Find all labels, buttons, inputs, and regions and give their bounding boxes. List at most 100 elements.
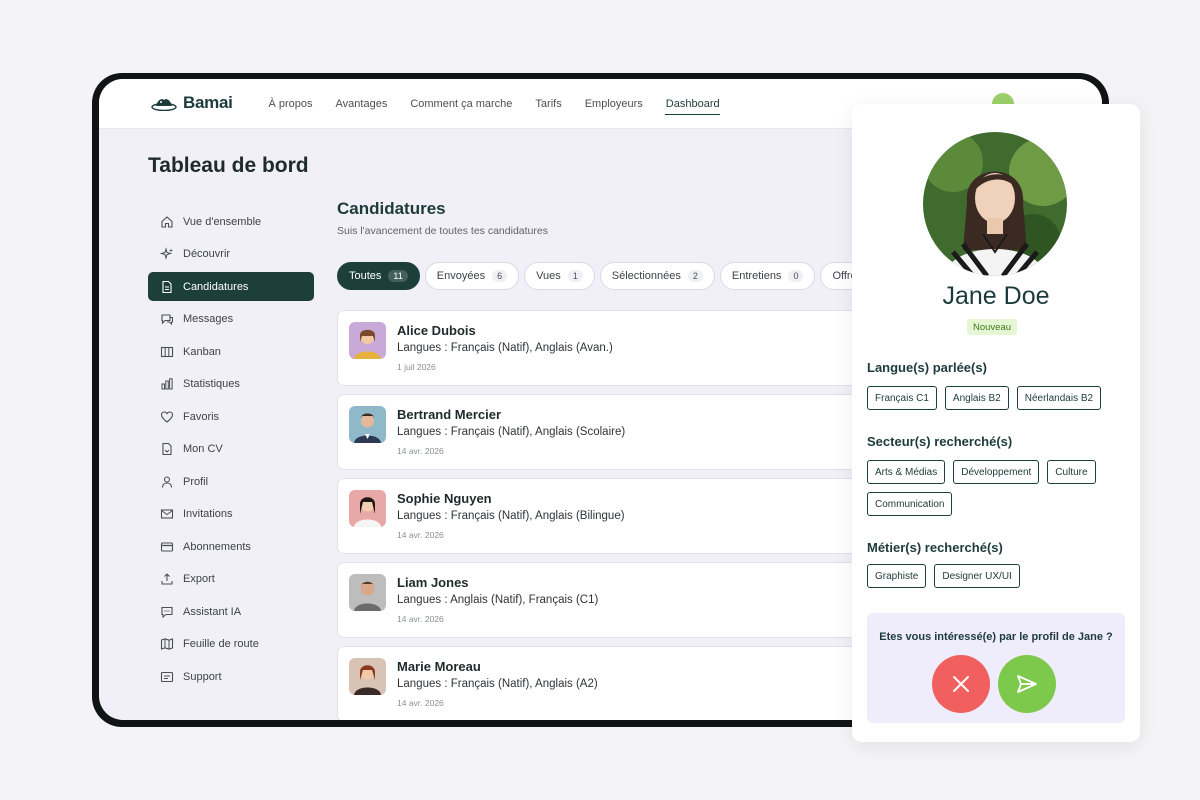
sidebar-item-label: Candidatures: [183, 280, 249, 293]
tab-count: 6: [492, 270, 508, 282]
tab-count: 2: [687, 270, 703, 282]
avatar: [349, 322, 386, 359]
candidate-date: 14 avr. 2026: [397, 698, 444, 708]
tab-envoyees[interactable]: Envoyées 6: [424, 262, 520, 290]
language-chip: Français C1: [867, 386, 937, 410]
home-icon: [160, 215, 174, 229]
language-chip: Néerlandais B2: [1016, 386, 1102, 410]
sidebar-item-kanban[interactable]: Kanban: [148, 337, 314, 366]
candidate-name: Bertrand Mercier: [397, 407, 502, 422]
candidate-date: 14 avr. 2026: [397, 446, 444, 456]
candidate-date: 14 avr. 2026: [397, 614, 444, 624]
sidebar-item-decouvrir[interactable]: Découvrir: [148, 240, 314, 269]
job-chip: Designer UX/UI: [934, 564, 1020, 588]
sidebar-item-vue-ensemble[interactable]: Vue d'ensemble: [148, 207, 314, 236]
heart-icon: [160, 410, 174, 424]
sector-chip: Arts & Médias: [867, 460, 946, 484]
sidebar-item-abonnements[interactable]: Abonnements: [148, 532, 314, 561]
tab-vues[interactable]: Vues 1: [524, 262, 595, 290]
nav-dashboard[interactable]: Dashboard: [654, 79, 731, 129]
map-icon: [160, 637, 174, 651]
sidebar-item-profil[interactable]: Profil: [148, 467, 314, 496]
main-nav: À propos Avantages Comment ça marche Tar…: [257, 79, 731, 129]
candidate-date: 14 avr. 2026: [397, 530, 444, 540]
tab-label: Sélectionnées: [611, 270, 681, 282]
sidebar-item-candidatures[interactable]: Candidatures: [148, 272, 314, 301]
reject-button[interactable]: [932, 655, 990, 713]
sidebar-item-feuille-de-route[interactable]: Feuille de route: [148, 630, 314, 659]
sidebar-item-label: Statistiques: [183, 378, 240, 390]
candidate-languages: Langues : Anglais (Natif), Français (C1): [397, 594, 599, 606]
sectors-title: Secteur(s) recherché(s): [867, 434, 1013, 449]
avatar: [349, 658, 386, 695]
sector-chip: Culture: [1047, 460, 1096, 484]
sidebar-item-support[interactable]: Support: [148, 662, 314, 691]
card-icon: [160, 540, 174, 554]
close-icon: [953, 676, 969, 692]
sidebar-item-label: Invitations: [183, 508, 233, 520]
sidebar-item-export[interactable]: Export: [148, 565, 314, 594]
language-chip: Anglais B2: [944, 386, 1009, 410]
candidate-card[interactable]: Sophie Nguyen Langues : Français (Natif)…: [337, 478, 897, 554]
send-icon: [1017, 675, 1037, 693]
sidebar-item-statistiques[interactable]: Statistiques: [148, 370, 314, 399]
candidate-card[interactable]: Alice Dubois Langues : Français (Natif),…: [337, 310, 897, 386]
languages-title: Langue(s) parlée(s): [867, 360, 987, 375]
candidate-card[interactable]: Bertrand Mercier Langues : Français (Nat…: [337, 394, 897, 470]
candidate-languages: Langues : Français (Natif), Anglais (A2): [397, 678, 598, 690]
support-icon: [160, 670, 174, 684]
sidebar-item-assistant-ia[interactable]: Assistant IA: [148, 597, 314, 626]
sidebar-item-label: Export: [183, 573, 215, 585]
tab-count: 1: [567, 270, 583, 282]
sector-chip: Communication: [867, 492, 953, 516]
sidebar-item-label: Feuille de route: [183, 638, 259, 650]
profile-name: Jane Doe: [942, 282, 1050, 310]
sidebar-item-label: Support: [183, 670, 222, 683]
tab-count: 0: [788, 270, 804, 282]
bar-chart-icon: [160, 377, 174, 391]
avatar: [349, 574, 386, 611]
profile-photo: [923, 132, 1067, 276]
candidate-card[interactable]: Liam Jones Langues : Anglais (Natif), Fr…: [337, 562, 897, 638]
candidate-card[interactable]: Marie Moreau Langues : Français (Natif),…: [337, 646, 897, 720]
interest-question: Etes vous intéressé(e) par le profil de …: [879, 631, 1113, 643]
columns-icon: [160, 345, 174, 359]
nav-a-propos[interactable]: À propos: [257, 79, 324, 129]
sidebar-item-label: Vue d'ensemble: [183, 215, 262, 228]
nav-tarifs[interactable]: Tarifs: [524, 79, 573, 129]
sidebar-item-label: Kanban: [183, 345, 221, 358]
sidebar: Vue d'ensemble Découvrir Candidatures Me…: [148, 207, 314, 695]
sidebar-item-label: Messages: [183, 313, 234, 325]
sidebar-item-label: Favoris: [183, 410, 220, 423]
avatar: [349, 406, 386, 443]
sidebar-item-invitations[interactable]: Invitations: [148, 500, 314, 529]
sidebar-item-label: Profil: [183, 475, 209, 488]
logo[interactable]: Bamai: [151, 93, 233, 113]
sidebar-item-mon-cv[interactable]: Mon CV: [148, 435, 314, 464]
candidate-name: Alice Dubois: [397, 323, 476, 338]
candidate-name: Sophie Nguyen: [397, 491, 492, 506]
nav-comment-ca-marche[interactable]: Comment ça marche: [399, 79, 524, 129]
languages-chips: Français C1 Anglais B2 Néerlandais B2: [867, 386, 1129, 410]
sidebar-item-favoris[interactable]: Favoris: [148, 402, 314, 431]
candidate-name: Marie Moreau: [397, 659, 481, 674]
avatar: [349, 490, 386, 527]
tab-toutes[interactable]: Toutes 11: [337, 262, 420, 290]
tab-selectionnees[interactable]: Sélectionnées 2: [599, 262, 715, 290]
status-badge: Nouveau: [967, 319, 1018, 335]
tab-label: Toutes: [349, 270, 382, 282]
candidate-date: 1 juil 2026: [397, 362, 436, 372]
jobs-chips: Graphiste Designer UX/UI: [867, 564, 1129, 588]
tab-entretiens[interactable]: Entretiens 0: [719, 262, 816, 290]
tab-count: 11: [388, 270, 408, 282]
nav-avantages[interactable]: Avantages: [324, 79, 399, 129]
candidate-languages: Langues : Français (Natif), Anglais (Ava…: [397, 342, 613, 354]
filter-tabs: Toutes 11 Envoyées 6 Vues 1 Sélectionnée…: [337, 262, 875, 290]
upload-icon: [160, 572, 174, 586]
jobs-title: Métier(s) recherché(s): [867, 540, 1003, 555]
sidebar-item-messages[interactable]: Messages: [148, 305, 314, 334]
tab-label: Envoyées: [436, 270, 486, 282]
accept-button[interactable]: [998, 655, 1056, 713]
nav-employeurs[interactable]: Employeurs: [573, 79, 654, 129]
sidebar-item-label: Abonnements: [183, 540, 251, 553]
